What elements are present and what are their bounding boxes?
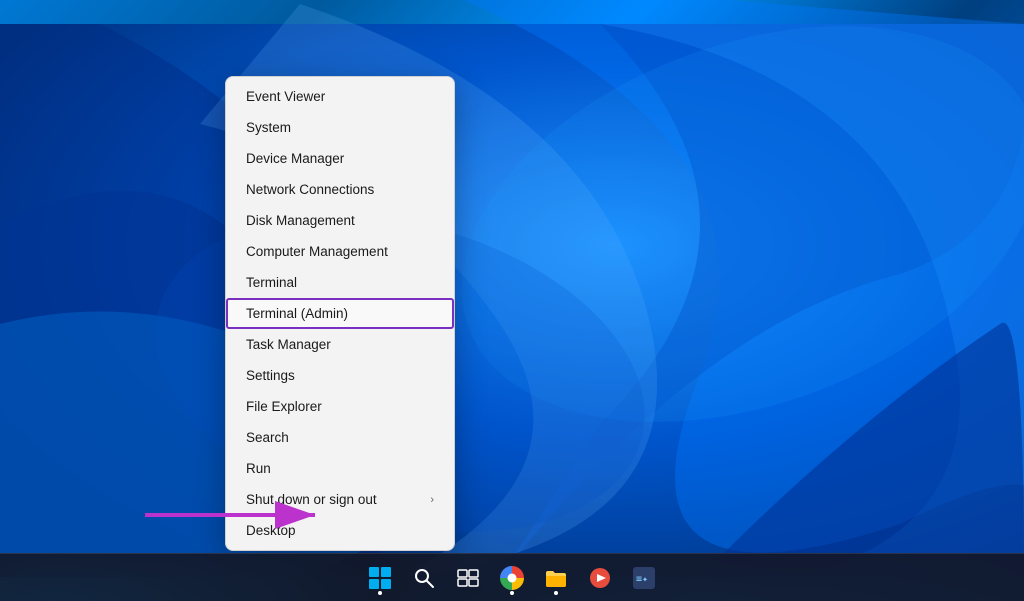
search-icon [412,566,436,590]
start-button[interactable] [360,558,400,598]
windows-logo-icon [368,566,392,590]
task-view-button[interactable] [448,558,488,598]
chrome-button[interactable] [492,558,532,598]
menu-item-file-explorer[interactable]: File Explorer [226,391,454,422]
taskbar: ≡✦ [0,553,1024,601]
start-active-dot [378,591,382,595]
menu-item-task-manager[interactable]: Task Manager [226,329,454,360]
menu-item-event-viewer[interactable]: Event Viewer [226,81,454,112]
menu-item-terminal[interactable]: Terminal [226,267,454,298]
settings-button[interactable]: ≡✦ [624,558,664,598]
menu-item-search[interactable]: Search [226,422,454,453]
search-button[interactable] [404,558,444,598]
menu-item-device-manager[interactable]: Device Manager [226,143,454,174]
app-icon: ≡✦ [632,566,656,590]
media-button[interactable] [580,558,620,598]
taskbar-icons: ≡✦ [360,558,664,598]
chrome-icon [500,566,524,590]
menu-item-computer-management[interactable]: Computer Management [226,236,454,267]
desktop: Event Viewer System Device Manager Netwo… [0,0,1024,601]
chrome-active-dot [510,591,514,595]
chevron-right-icon: › [430,494,434,506]
menu-item-system[interactable]: System [226,112,454,143]
folder-active-dot [554,591,558,595]
file-explorer-button[interactable] [536,558,576,598]
menu-item-run[interactable]: Run [226,453,454,484]
media-icon [588,566,612,590]
menu-item-network-connections[interactable]: Network Connections [226,174,454,205]
task-view-icon [456,566,480,590]
menu-item-terminal-admin[interactable]: Terminal (Admin) [226,298,454,329]
context-menu: Event Viewer System Device Manager Netwo… [225,76,455,551]
menu-item-disk-management[interactable]: Disk Management [226,205,454,236]
svg-text:≡✦: ≡✦ [636,574,648,585]
arrow-annotation [140,493,340,543]
folder-icon [544,566,568,590]
menu-item-settings[interactable]: Settings [226,360,454,391]
